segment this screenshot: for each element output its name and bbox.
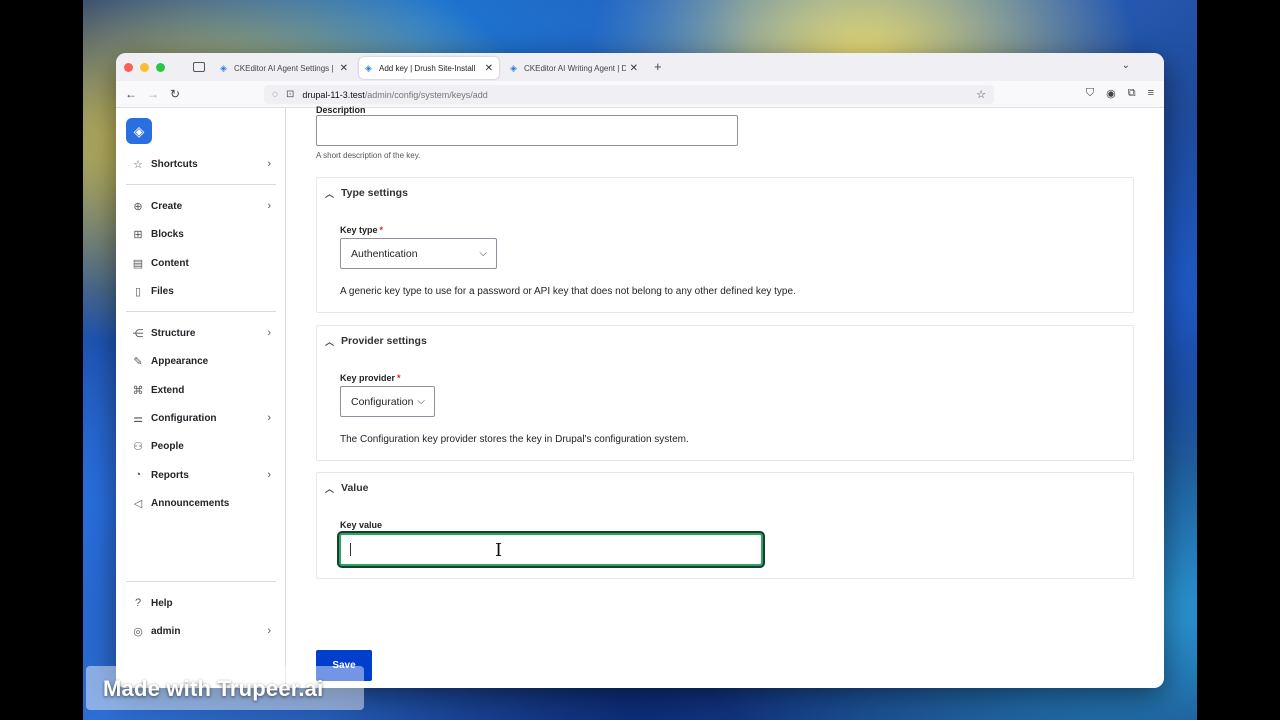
chevron-up-icon: ︿ xyxy=(325,336,335,347)
admin-sidebar: ◈ ☆ Shortcuts › ⊕ Create › ⊞ Blocks ▤ Co… xyxy=(116,108,286,688)
text-caret xyxy=(350,543,351,556)
close-tab-icon[interactable]: ✕ xyxy=(630,63,638,74)
main-content: Description A short description of the k… xyxy=(287,105,1164,688)
chevron-up-icon: ︿ xyxy=(325,483,335,494)
key-type-description: A generic key type to use for a password… xyxy=(340,286,796,297)
key-value-label: Key value xyxy=(340,520,383,530)
window-controls xyxy=(124,62,165,72)
key-provider-description: The Configuration key provider stores th… xyxy=(340,434,689,445)
help-icon: ? xyxy=(134,597,142,609)
sidebar-item-admin[interactable]: ◎ admin › xyxy=(131,621,271,641)
sidebar-item-help[interactable]: ? Help xyxy=(131,593,271,613)
grid-icon: ⊞ xyxy=(133,228,143,241)
megaphone-icon: ◁ xyxy=(133,497,143,510)
chart-icon: ◔ xyxy=(134,469,142,481)
url-host: drupal-11-3.test xyxy=(302,89,365,100)
menu-icon[interactable]: ≡ xyxy=(1148,87,1154,100)
value-panel: ︿ Value Key value I xyxy=(316,472,1134,579)
puzzle-icon: ⌘ xyxy=(132,384,144,397)
sidebar-divider xyxy=(126,581,276,582)
sidebar-item-blocks[interactable]: ⊞ Blocks xyxy=(131,224,271,244)
drupal-favicon-icon: ◈ xyxy=(510,62,517,73)
key-provider-label: Key provider * xyxy=(340,373,401,383)
close-tab-icon[interactable]: ✕ xyxy=(485,63,493,74)
pocket-icon[interactable]: ⛉ xyxy=(1086,87,1094,100)
lock-icon: ⊡ xyxy=(285,89,295,100)
sidebar-item-reports[interactable]: ◔ Reports › xyxy=(131,465,271,485)
address-bar[interactable]: ◌ ⊡ drupal-11-3.test /admin/config/syste… xyxy=(264,85,994,104)
sliders-icon: ⚌ xyxy=(133,412,143,425)
chevron-down-icon: ⌵ xyxy=(479,248,487,259)
chevron-right-icon: › xyxy=(267,412,271,424)
reload-icon[interactable]: ↻ xyxy=(164,87,186,101)
star-icon: ☆ xyxy=(133,158,143,171)
tab-ckeditor-agent-settings[interactable]: ◈ CKEditor AI Agent Settings | Drus ✕ xyxy=(214,57,354,79)
sidebar-item-configuration[interactable]: ⚌ Configuration › xyxy=(131,408,271,428)
nav-bar: ← → ↻ ◌ ⊡ drupal-11-3.test /admin/config… xyxy=(116,81,1164,108)
type-settings-toggle[interactable]: ︿ Type settings xyxy=(317,178,1133,208)
tab-ckeditor-writing-agent[interactable]: ◈ CKEditor AI Writing Agent | Drup ✕ xyxy=(504,57,644,79)
drupal-favicon-icon: ◈ xyxy=(365,62,372,73)
minimize-window-button[interactable] xyxy=(140,62,149,72)
account-icon[interactable]: ◉ xyxy=(1106,87,1116,100)
sidebar-item-shortcuts[interactable]: ☆ Shortcuts › xyxy=(131,154,271,174)
bookmark-star-icon[interactable]: ☆ xyxy=(976,88,986,101)
back-arrow-icon[interactable]: ← xyxy=(120,87,142,101)
chevron-right-icon: › xyxy=(267,469,271,481)
sitemap-icon: ⋲ xyxy=(132,327,144,340)
person-icon: ⚇ xyxy=(133,440,143,453)
tab-list-icon[interactable] xyxy=(193,62,205,72)
chevron-down-icon: ⌵ xyxy=(417,396,425,407)
browser-window: ◈ CKEditor AI Agent Settings | Drus ✕ ◈ … xyxy=(116,53,1164,688)
sidebar-item-extend[interactable]: ⌘ Extend xyxy=(131,380,271,400)
key-provider-select[interactable]: Configuration ⌵ xyxy=(340,386,435,417)
sidebar-item-files[interactable]: ▯ Files xyxy=(131,281,271,301)
sidebar-item-people[interactable]: ⚇ People xyxy=(131,436,271,456)
watermark-text: Made with Trupeer.ai xyxy=(103,676,324,701)
provider-settings-toggle[interactable]: ︿ Provider settings xyxy=(317,326,1133,356)
sidebar-divider xyxy=(126,184,276,185)
description-input[interactable] xyxy=(316,115,738,146)
drupal-logo-icon[interactable]: ◈ xyxy=(126,118,152,144)
drupal-favicon-icon: ◈ xyxy=(220,62,227,73)
sidebar-item-create[interactable]: ⊕ Create › xyxy=(131,196,271,216)
sidebar-item-appearance[interactable]: ✎ Appearance xyxy=(131,351,271,371)
extensions-icon[interactable]: ⧉ xyxy=(1128,87,1136,100)
provider-settings-panel: ︿ Provider settings Key provider * Config… xyxy=(316,325,1134,461)
maximize-window-button[interactable] xyxy=(156,62,165,72)
plus-circle-icon: ⊕ xyxy=(133,200,143,213)
brush-icon: ✎ xyxy=(133,355,143,368)
key-value-input[interactable]: I xyxy=(339,533,763,566)
description-label: Description xyxy=(316,105,366,115)
text-cursor-icon: I xyxy=(495,540,503,561)
sidebar-item-content[interactable]: ▤ Content xyxy=(131,253,271,273)
url-path: /admin/config/system/keys/add xyxy=(364,89,488,100)
user-icon: ◎ xyxy=(133,625,143,638)
tab-add-key[interactable]: ◈ Add key | Drush Site-Install ✕ xyxy=(359,57,499,79)
sidebar-item-structure[interactable]: ⋲ Structure › xyxy=(131,323,272,343)
close-tab-icon[interactable]: ✕ xyxy=(340,63,348,74)
value-toggle[interactable]: ︿ Value xyxy=(317,473,1133,503)
key-type-select[interactable]: Authentication ⌵ xyxy=(340,238,497,269)
description-help: A short description of the key. xyxy=(316,151,421,160)
forward-arrow-icon[interactable]: → xyxy=(142,87,164,101)
document-icon: ▤ xyxy=(132,257,144,270)
key-type-label: Key type * xyxy=(340,225,384,235)
tab-bar: ◈ CKEditor AI Agent Settings | Drus ✕ ◈ … xyxy=(116,53,1164,81)
close-window-button[interactable] xyxy=(124,62,133,72)
chevron-down-icon[interactable]: ⌄ xyxy=(1122,60,1130,71)
sidebar-divider xyxy=(126,311,276,312)
type-settings-panel: ︿ Type settings Key type * Authentication… xyxy=(316,177,1134,313)
file-icon: ▯ xyxy=(134,285,142,298)
shield-icon: ◌ xyxy=(272,89,278,100)
chevron-right-icon: › xyxy=(267,625,271,637)
chevron-right-icon: › xyxy=(267,327,271,339)
chevron-right-icon: › xyxy=(267,200,271,212)
new-tab-icon[interactable]: + xyxy=(654,59,662,74)
sidebar-item-announcements[interactable]: ◁ Announcements xyxy=(131,493,271,513)
chevron-up-icon: ︿ xyxy=(325,188,335,199)
toolbar-icons: ⛉ ◉ ⧉ ≡ xyxy=(1086,87,1154,100)
chevron-right-icon: › xyxy=(267,158,271,170)
